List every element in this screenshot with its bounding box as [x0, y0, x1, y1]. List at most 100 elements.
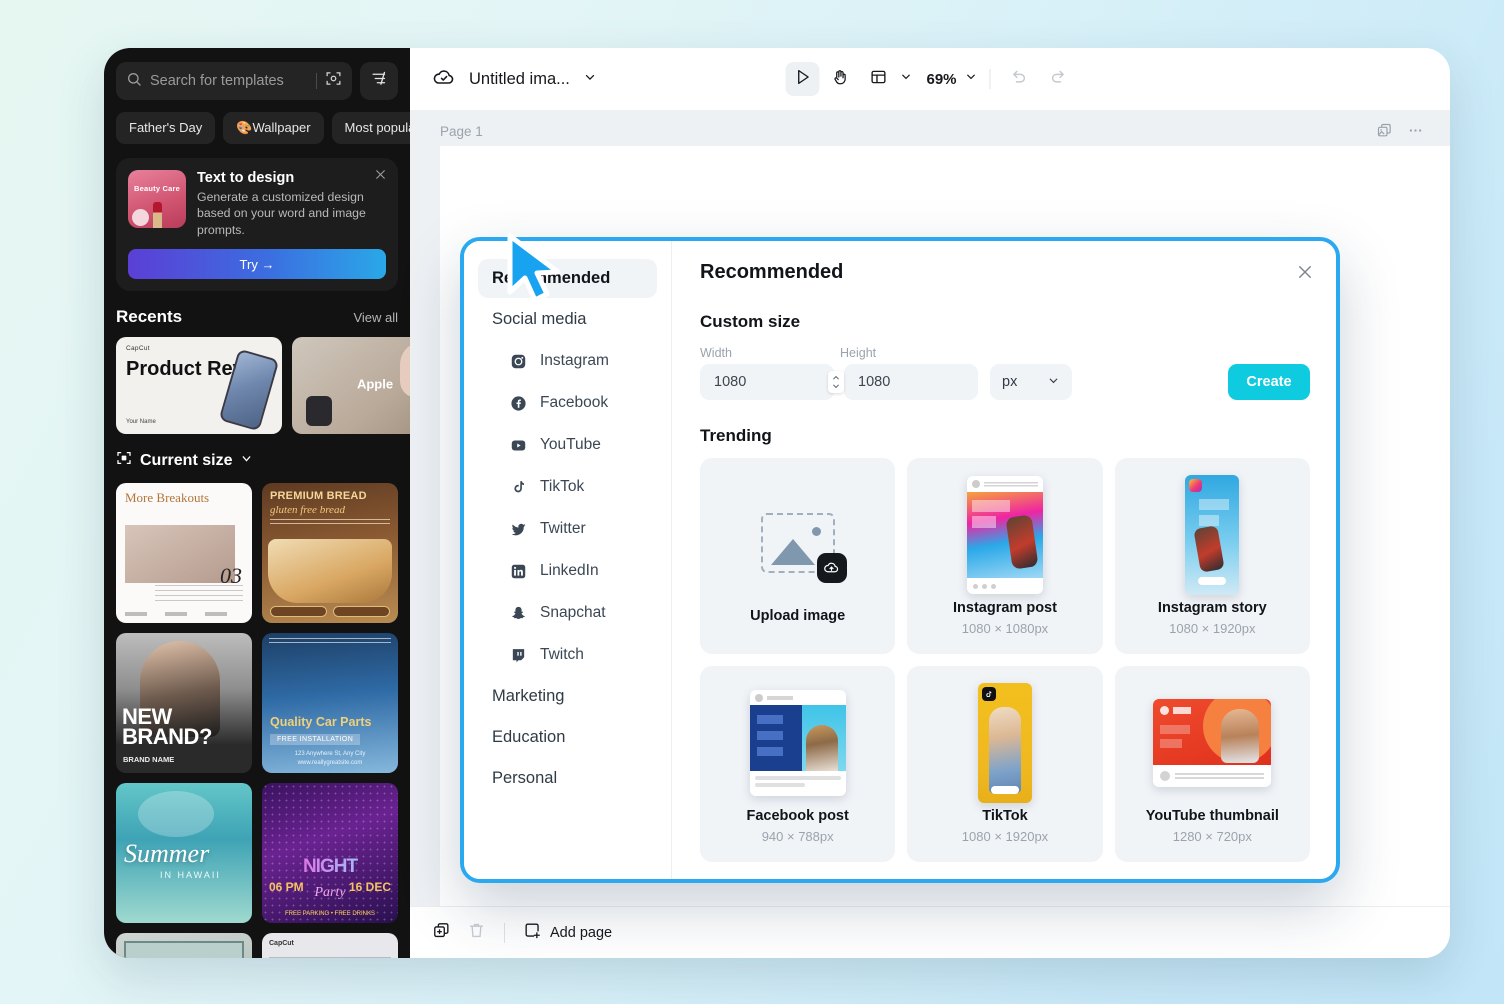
bottombar-divider — [504, 922, 505, 943]
template-card[interactable]: Summer IN HAWAII — [116, 783, 252, 924]
create-button[interactable]: Create — [1228, 364, 1310, 400]
unit-select[interactable]: px — [990, 364, 1072, 400]
card-name: TikTok — [982, 808, 1028, 824]
try-button[interactable]: Try → — [128, 249, 386, 280]
instagram-badge-icon — [1189, 479, 1203, 492]
card-dims: 1080 × 1920px — [961, 829, 1049, 844]
hand-tool[interactable] — [823, 62, 857, 96]
trending-card-upload-image[interactable]: Upload image — [700, 458, 896, 654]
close-icon[interactable] — [374, 168, 387, 186]
sidebar-item-label: Twitter — [540, 520, 586, 537]
undo-icon — [1011, 68, 1029, 91]
sidebar-item-linkedin[interactable]: LinkedIn — [478, 551, 657, 591]
template-text-lines — [269, 638, 391, 645]
instagram-post-art — [966, 476, 1043, 594]
trending-card-facebook-post[interactable]: Facebook post 940 × 788px — [700, 666, 896, 862]
card-dims: 1080 × 1920px — [1169, 621, 1256, 636]
recent-card[interactable]: CapCut Product Review Your Name — [116, 337, 282, 435]
view-all-link[interactable]: View all — [353, 310, 398, 325]
width-input[interactable]: 1080 — [700, 364, 834, 400]
cloud-saved-icon — [432, 65, 456, 94]
sidebar-item-facebook[interactable]: Facebook — [478, 383, 657, 423]
chevron-down-icon[interactable] — [583, 70, 597, 89]
recent-card-label: Apple — [356, 376, 394, 392]
image-search-icon[interactable] — [325, 70, 342, 92]
dialog-content: Recommended Custom size Width Height 108… — [672, 241, 1336, 879]
promo-thumb-compact — [132, 209, 149, 226]
tiktok-icon — [508, 477, 528, 497]
chip-most-popular[interactable]: Most popular — [331, 112, 410, 144]
template-title: NEW BRAND? — [122, 703, 212, 749]
search-divider — [316, 73, 317, 89]
template-card[interactable] — [116, 933, 252, 958]
trash-icon[interactable] — [467, 921, 486, 945]
template-photo — [268, 539, 392, 604]
close-icon[interactable] — [1296, 263, 1314, 286]
height-input[interactable]: 1080 — [844, 364, 978, 400]
chip-wallpaper[interactable]: 🎨Wallpaper — [223, 112, 324, 144]
add-page-button[interactable]: Add page — [523, 921, 612, 944]
undo-button[interactable] — [1003, 62, 1037, 96]
sidebar-item-recommended[interactable]: Recommended — [478, 259, 657, 298]
chip-fathers-day[interactable]: Father's Day — [116, 112, 216, 144]
sidebar-item-social-media[interactable]: Social media — [478, 300, 657, 339]
trending-card-youtube-thumbnail[interactable]: YouTube thumbnail 1280 × 720px — [1114, 666, 1310, 862]
select-tool[interactable] — [785, 62, 820, 96]
recents-title: Recents — [116, 307, 183, 327]
template-card[interactable]: NIGHT Party 06 PM 16 DEC FREE PARKING • … — [262, 783, 398, 924]
custom-size-heading: Custom size — [700, 312, 801, 331]
template-card[interactable]: NEW BRAND? BRAND NAME — [116, 633, 252, 774]
layout-tool[interactable] — [861, 62, 895, 96]
trending-card-instagram-story[interactable]: Instagram story 1080 × 1920px — [1114, 458, 1310, 654]
template-buttons — [270, 606, 390, 618]
template-subtitle: IN HAWAII — [160, 869, 221, 880]
current-size-selector[interactable]: Current size — [116, 450, 398, 471]
search-row: Search for templates — [116, 62, 398, 100]
instagram-icon — [508, 351, 528, 371]
frame-icon — [116, 450, 132, 471]
zoom-chevron-down-icon[interactable] — [965, 70, 978, 88]
trending-card-tiktok[interactable]: TikTok 1080 × 1920px — [907, 666, 1103, 862]
page-tools — [1376, 122, 1424, 144]
editor-bottombar: Add page — [410, 906, 1450, 958]
link-ratio-icon[interactable] — [828, 371, 844, 393]
width-label: Width — [700, 346, 732, 360]
promo-description: Generate a customized design based on yo… — [197, 190, 366, 237]
twitch-icon — [508, 645, 528, 665]
hand-icon — [831, 68, 849, 91]
redo-button[interactable] — [1041, 62, 1075, 96]
template-card[interactable]: More Breakouts 03 — [116, 483, 252, 624]
sidebar-item-instagram[interactable]: Instagram — [478, 341, 657, 381]
dialog-sidebar: Recommended Social media Instagram Faceb… — [464, 241, 672, 879]
recent-card[interactable]: Apple — [292, 337, 410, 435]
twitter-icon — [508, 519, 528, 539]
search-input[interactable]: Search for templates — [116, 62, 352, 100]
template-card[interactable]: PREMIUM BREAD gluten free bread — [262, 483, 398, 624]
dialog-title: Recommended — [700, 261, 844, 283]
sidebar-item-tiktok[interactable]: TikTok — [478, 467, 657, 507]
sidebar-item-label: Facebook — [540, 394, 609, 411]
card-dims: 1080 × 1080px — [961, 621, 1049, 636]
sidebar-item-marketing[interactable]: Marketing — [478, 677, 657, 716]
template-title: Summer — [124, 839, 210, 869]
sun-shape — [811, 526, 821, 536]
template-card[interactable]: CapCut — [262, 933, 398, 958]
filter-button[interactable] — [360, 62, 398, 100]
more-options-icon[interactable] — [1407, 122, 1424, 144]
sidebar-item-education[interactable]: Education — [478, 718, 657, 757]
template-card[interactable]: Quality Car Parts FREE INSTALLATION 123 … — [262, 633, 398, 774]
sidebar-item-youtube[interactable]: YouTube — [478, 425, 657, 465]
add-page-icon — [523, 921, 542, 944]
template-grid: More Breakouts 03 PREMIUM BREAD gluten f… — [116, 483, 398, 958]
trending-card-instagram-post[interactable]: Instagram post 1080 × 1080px — [907, 458, 1103, 654]
promo-thumbnail: Beauty Care — [128, 170, 186, 228]
duplicate-page-icon[interactable] — [1376, 122, 1393, 144]
zoom-level[interactable]: 69% — [916, 71, 960, 88]
sidebar-item-twitter[interactable]: Twitter — [478, 509, 657, 549]
sidebar-item-snapchat[interactable]: Snapchat — [478, 593, 657, 633]
sidebar-item-twitch[interactable]: Twitch — [478, 635, 657, 675]
duplicate-icon[interactable] — [432, 921, 451, 945]
sidebar-item-personal[interactable]: Personal — [478, 759, 657, 798]
document-name-control[interactable]: Untitled ima... — [432, 65, 597, 94]
layout-chevron-down-icon[interactable] — [899, 70, 912, 88]
